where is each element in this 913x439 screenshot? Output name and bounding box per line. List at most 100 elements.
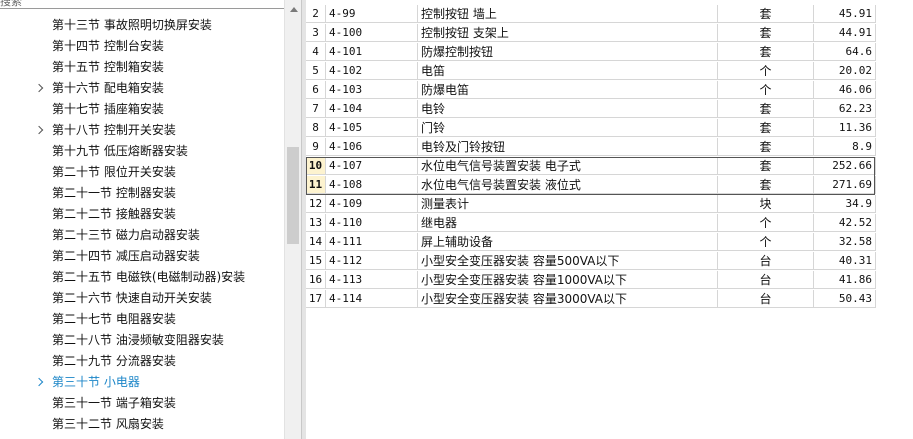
row-index: 11 <box>306 176 326 194</box>
tree-item-label: 第二十七节 电阻器安装 <box>52 312 176 326</box>
search-input[interactable]: 搜索 <box>0 0 284 9</box>
row-index: 6 <box>306 81 326 99</box>
table-row[interactable]: 11 4-108 水位电气信号装置安装 液位式套 271.69 <box>306 176 876 195</box>
tree-item-label: 第二十节 限位开关安装 <box>52 165 176 179</box>
unit-cell: 套 <box>718 138 814 156</box>
price-cell: 252.66 <box>814 157 876 175</box>
price-cell: 32.58 <box>814 233 876 251</box>
row-index: 4 <box>306 43 326 61</box>
table-row[interactable]: 10 4-107 水位电气信号装置安装 电子式套 252.66 <box>306 157 876 176</box>
table-row[interactable]: 16 4-113 小型安全变压器安装 容量1000VA以下台 41.86 <box>306 271 876 290</box>
tree-item-label: 第二十五节 电磁铁(电磁制动器)安装 <box>52 270 246 284</box>
price-cell: 50.43 <box>814 290 876 308</box>
item-name: 水位电气信号装置安装 液位式 <box>418 176 718 194</box>
price-cell: 42.52 <box>814 214 876 232</box>
item-name: 电铃 <box>418 100 718 118</box>
tree-item-label: 第十三节 事故照明切换屏安装 <box>52 18 212 32</box>
item-name: 水位电气信号装置安装 电子式 <box>418 157 718 175</box>
quota-code: 4-99 <box>326 5 418 23</box>
table-row[interactable]: 2 4-99 控制按钮 墙上套 45.91 <box>306 5 876 24</box>
price-cell: 44.91 <box>814 24 876 42</box>
tree-panel: 搜索 第十三节 事故照明切换屏安装 第十四节 控制台安装 第十五节 控制箱安装 第十六… <box>0 0 284 439</box>
quota-code: 4-106 <box>326 138 418 156</box>
table-row[interactable]: 5 4-102 电笛个 20.02 <box>306 62 876 81</box>
unit-cell: 台 <box>718 271 814 289</box>
tree-item-label: 第十六节 配电箱安装 <box>52 81 164 95</box>
quota-code: 4-113 <box>326 271 418 289</box>
quota-code: 4-104 <box>326 100 418 118</box>
unit-cell: 个 <box>718 214 814 232</box>
tree-item-label: 第三十节 小电器 <box>52 375 140 389</box>
quota-code: 4-105 <box>326 119 418 137</box>
tree-item-label: 第十七节 插座箱安装 <box>52 102 164 116</box>
tree-item-label: 第二十一节 控制器安装 <box>52 186 176 200</box>
chevron-right-icon[interactable] <box>35 120 45 141</box>
unit-cell: 套 <box>718 157 814 175</box>
table-row[interactable]: 6 4-103 防爆电笛个 46.06 <box>306 81 876 100</box>
unit-cell: 套 <box>718 5 814 23</box>
price-cell: 271.69 <box>814 176 876 194</box>
tree-item-label: 第三十一节 端子箱安装 <box>52 396 176 410</box>
unit-cell: 台 <box>718 252 814 270</box>
item-name: 电笛 <box>418 62 718 80</box>
price-cell: 34.9 <box>814 195 876 213</box>
unit-cell: 块 <box>718 195 814 213</box>
table-row[interactable]: 13 4-110 继电器个 42.52 <box>306 214 876 233</box>
price-cell: 45.91 <box>814 5 876 23</box>
tree-item-label: 第三十二节 风扇安装 <box>52 417 164 431</box>
tree-item-label: 第二十八节 油浸频敏变阻器安装 <box>52 333 224 347</box>
row-index: 2 <box>306 5 326 23</box>
row-index: 9 <box>306 138 326 156</box>
table-row[interactable]: 17 4-114 小型安全变压器安装 容量3000VA以下台 50.43 <box>306 290 876 309</box>
row-index: 17 <box>306 290 326 308</box>
tree-item-label: 第二十二节 接触器安装 <box>52 207 176 221</box>
table-row[interactable]: 3 4-100 控制按钮 支架上套 44.91 <box>306 24 876 43</box>
unit-cell: 个 <box>718 81 814 99</box>
unit-cell: 套 <box>718 100 814 118</box>
item-name: 防爆控制按钮 <box>418 43 718 61</box>
item-name: 门铃 <box>418 119 718 137</box>
tree-item-label: 第二十六节 快速自动开关安装 <box>52 291 212 305</box>
tree-item-label: 第十四节 控制台安装 <box>52 39 164 53</box>
quota-grid: 2 4-99 控制按钮 墙上套 45.91 3 4-100 控制按钮 支架上套 44.91 4 4… <box>306 0 913 439</box>
price-cell: 64.6 <box>814 43 876 61</box>
quota-code: 4-111 <box>326 233 418 251</box>
item-name: 控制按钮 支架上 <box>418 24 718 42</box>
table-row[interactable]: 12 4-109 测量表计块 34.9 <box>306 195 876 214</box>
table-row[interactable]: 7 4-104 电铃套 62.23 <box>306 100 876 119</box>
quota-code: 4-100 <box>326 24 418 42</box>
price-cell: 11.36 <box>814 119 876 137</box>
scrollbar-thumb[interactable] <box>287 147 299 244</box>
price-cell: 62.23 <box>814 100 876 118</box>
tree-scrollbar[interactable] <box>284 0 302 439</box>
tree-item-label: 第十八节 控制开关安装 <box>52 123 176 137</box>
item-name: 小型安全变压器安装 容量500VA以下 <box>418 252 718 270</box>
row-index: 8 <box>306 119 326 137</box>
table-row[interactable]: 9 4-106 电铃及门铃按钮套 8.9 <box>306 138 876 157</box>
row-index: 3 <box>306 24 326 42</box>
quota-code: 4-112 <box>326 252 418 270</box>
table-row[interactable]: 4 4-101 防爆控制按钮套 64.6 <box>306 43 876 62</box>
item-name: 小型安全变压器安装 容量3000VA以下 <box>418 290 718 308</box>
item-name: 继电器 <box>418 214 718 232</box>
scroll-up-arrow-icon[interactable] <box>285 0 302 17</box>
tree-item-label: 第二十九节 分流器安装 <box>52 354 176 368</box>
quota-code: 4-114 <box>326 290 418 308</box>
table-row[interactable]: 15 4-112 小型安全变压器安装 容量500VA以下台 40.31 <box>306 252 876 271</box>
row-index: 14 <box>306 233 326 251</box>
unit-cell: 套 <box>718 119 814 137</box>
item-name: 电铃及门铃按钮 <box>418 138 718 156</box>
quota-code: 4-107 <box>326 157 418 175</box>
chevron-right-icon[interactable] <box>35 78 45 99</box>
item-name: 测量表计 <box>418 195 718 213</box>
price-cell: 46.06 <box>814 81 876 99</box>
item-name: 屏上辅助设备 <box>418 233 718 251</box>
price-cell: 40.31 <box>814 252 876 270</box>
item-name: 小型安全变压器安装 容量1000VA以下 <box>418 271 718 289</box>
table-row[interactable]: 8 4-105 门铃套 11.36 <box>306 119 876 138</box>
chevron-right-icon[interactable] <box>35 372 45 393</box>
table-row[interactable]: 14 4-111 屏上辅助设备个 32.58 <box>306 233 876 252</box>
quota-code: 4-108 <box>326 176 418 194</box>
row-index: 15 <box>306 252 326 270</box>
search-placeholder: 搜索 <box>0 0 22 8</box>
